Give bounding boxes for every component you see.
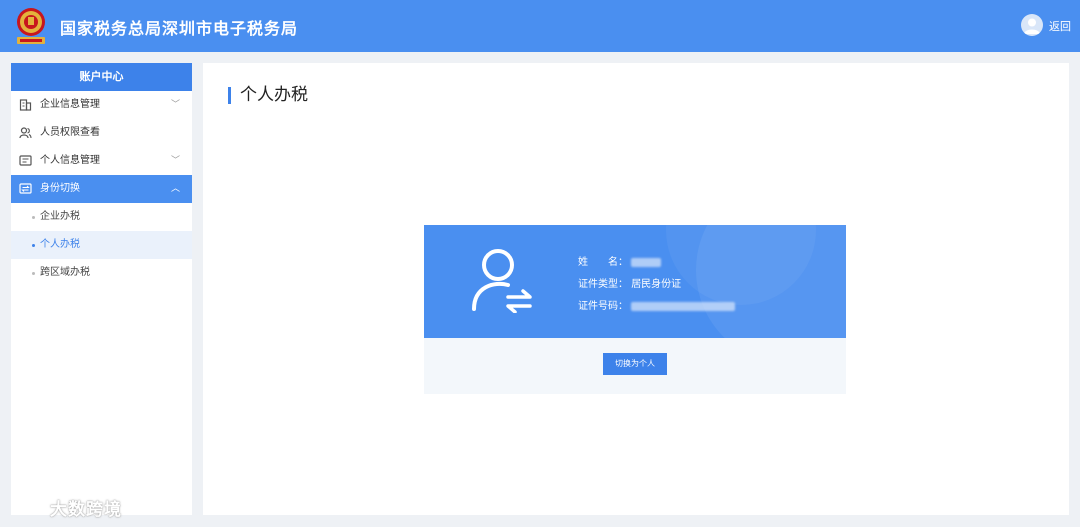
identity-card-header: 姓 名： 证件类型： 居民身份证 证件号码： bbox=[424, 225, 846, 338]
sidebar-item-label: 个人信息管理 bbox=[40, 155, 100, 166]
sidebar-item-enterprise-info[interactable]: 企业信息管理 ﹀ bbox=[11, 91, 192, 119]
chevron-down-icon: ﹀ bbox=[170, 100, 180, 110]
name-value-redacted bbox=[631, 257, 662, 267]
name-label: 姓 名： bbox=[578, 257, 628, 268]
id-type-value: 居民身份证 bbox=[631, 279, 682, 290]
sidebar-title: 账户中心 bbox=[11, 63, 192, 91]
id-number-label: 证件号码： bbox=[578, 301, 628, 312]
sidebar-item-personal-info[interactable]: 个人信息管理 ﹀ bbox=[11, 147, 192, 175]
watermark: 大数跨境 bbox=[10, 493, 145, 521]
main-panel: 个人办税 姓 名： 证件类型： 居民身份证 证件号码： 切换为个人 bbox=[203, 63, 1069, 515]
id-type-label: 证件类型： bbox=[578, 279, 628, 290]
sidebar-item-permissions[interactable]: 人员权限查看 bbox=[11, 119, 192, 147]
building-icon bbox=[19, 99, 32, 111]
sidebar-item-label: 企业信息管理 bbox=[40, 99, 100, 110]
sidebar-item-label: 身份切换 bbox=[40, 183, 80, 194]
people-icon bbox=[19, 127, 32, 139]
name-row: 姓 名： bbox=[578, 253, 662, 268]
tax-emblem-logo bbox=[17, 8, 45, 44]
chevron-up-icon: ︿ bbox=[170, 184, 180, 194]
back-link[interactable]: 返回 bbox=[1049, 18, 1071, 34]
sidebar-subitem-cross-region-tax[interactable]: 跨区域办税 bbox=[11, 259, 192, 287]
sidebar-item-identity-switch[interactable]: 身份切换 ︿ bbox=[11, 175, 192, 203]
id-number-value-redacted bbox=[631, 301, 736, 311]
chevron-down-icon: ﹀ bbox=[170, 156, 180, 166]
user-icon bbox=[1024, 18, 1040, 34]
id-number-row: 证件号码： bbox=[578, 297, 736, 312]
watermark-text: 大数跨境 bbox=[50, 500, 122, 520]
top-bar: 国家税务总局深圳市电子税务局 返回 bbox=[0, 0, 1080, 52]
id-type-row: 证件类型： 居民身份证 bbox=[578, 275, 681, 290]
sidebar-item-label: 人员权限查看 bbox=[40, 127, 100, 138]
sidebar: 账户中心 企业信息管理 ﹀ 人员权限查看 个人信息管理 ﹀ 身份切换 ︿ 企业办… bbox=[11, 63, 192, 515]
identity-card: 姓 名： 证件类型： 居民身份证 证件号码： 切换为个人 bbox=[424, 225, 846, 394]
user-avatar[interactable] bbox=[1021, 14, 1043, 36]
sidebar-subitem-personal-tax[interactable]: 个人办税 bbox=[11, 231, 192, 259]
id-card-icon bbox=[19, 155, 32, 166]
switch-to-personal-button[interactable]: 切换为个人 bbox=[603, 353, 667, 375]
page-title: 个人办税 bbox=[228, 87, 308, 104]
switch-identity-icon bbox=[19, 183, 32, 194]
app-title: 国家税务总局深圳市电子税务局 bbox=[60, 19, 299, 38]
user-switch-icon bbox=[472, 249, 532, 313]
sidebar-subitem-enterprise-tax[interactable]: 企业办税 bbox=[11, 203, 192, 231]
watermark-logo-icon bbox=[11, 495, 46, 513]
